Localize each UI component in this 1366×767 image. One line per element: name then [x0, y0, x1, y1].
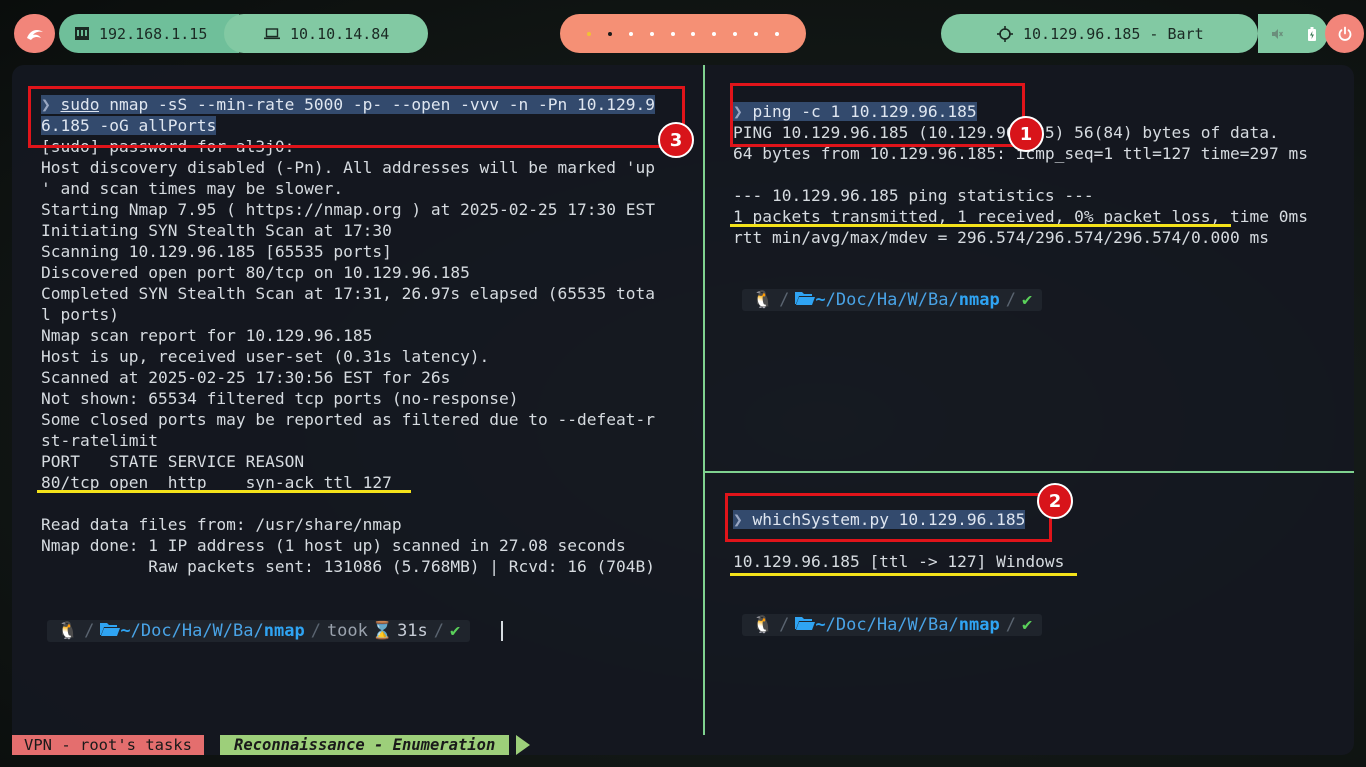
nmap-output-line: Completed SYN Stealth Scan at 17:31, 26.…	[41, 284, 655, 303]
highlight-underline-ping	[730, 224, 1231, 227]
prompt-tilde: ~	[120, 621, 131, 641]
terminal-window[interactable]: ❯ sudo nmap -sS --min-rate 5000 -p- --op…	[12, 65, 1354, 755]
workspace-dot-3[interactable]	[628, 31, 633, 36]
local-ip-indicator: 192.168.1.15	[59, 14, 239, 53]
prompt-path: /Doc/Ha/W/Ba/	[130, 621, 264, 641]
workspace-dot-4[interactable]	[649, 31, 654, 36]
workspace-dot-10[interactable]	[775, 31, 780, 36]
power-button[interactable]	[1325, 14, 1364, 53]
target-indicator: 10.129.96.185 - Bart	[941, 14, 1258, 53]
workspace-dot-6[interactable]	[691, 31, 696, 36]
nmap-output-line: Host discovery disabled (-Pn). All addre…	[41, 158, 655, 177]
annotation-badge-1: 1	[1008, 116, 1044, 152]
prompt-cwd: nmap	[263, 621, 305, 641]
vpn-ip-indicator: 10.10.14.84	[224, 14, 428, 53]
nmap-output-line: Read data files from: /usr/share/nmap	[41, 515, 402, 534]
nmap-output-line: Host is up, received user-set (0.31s lat…	[41, 347, 490, 366]
prompt-took-label: took	[326, 621, 368, 641]
left-prompt: 🐧 / ~/Doc/Ha/W/Ba/nmap / took ⌛ 31s / ✔	[47, 620, 471, 642]
nmap-output-line: st-ratelimit	[41, 431, 158, 450]
prompt-tilde: ~	[815, 290, 826, 310]
prompt-ok-icon: ✔	[1021, 615, 1033, 635]
right-top-prompt: 🐧 / ~/Doc/Ha/W/Ba/nmap / ✔	[742, 289, 1043, 311]
launcher-button[interactable]	[14, 14, 55, 53]
prompt-separator: /	[1005, 615, 1016, 635]
hourglass-icon: ⌛	[371, 621, 394, 641]
nmap-output: [sudo] password for al3j0: Host discovery…	[41, 136, 655, 577]
nmap-output-line: Not shown: 65534 filtered tcp ports (no-…	[41, 389, 519, 408]
linux-tux-icon: 🐧	[57, 621, 79, 641]
ping-output-line	[733, 164, 1308, 185]
annotation-box-whichsystem	[725, 493, 1052, 542]
vpn-ip-text: 10.10.14.84	[290, 24, 390, 43]
prompt-separator: /	[779, 290, 790, 310]
prompt-ok-icon: ✔	[1021, 290, 1033, 310]
nmap-output-line: Nmap scan report for 10.129.96.185	[41, 326, 373, 345]
crosshair-icon	[997, 25, 1013, 42]
nmap-output-line	[41, 493, 655, 514]
ping-output-line: rtt min/avg/max/mdev = 296.574/296.574/2…	[733, 228, 1270, 247]
prompt-path: /Doc/Ha/W/Ba/	[825, 615, 959, 635]
nmap-output-line: Raw packets sent: 131086 (5.768MB) | Rcv…	[41, 557, 655, 576]
prompt-cwd: nmap	[958, 615, 1000, 635]
annotation-box-nmap	[28, 86, 685, 148]
prompt-ok-icon: ✔	[450, 621, 461, 641]
vertical-pane-divider[interactable]	[703, 65, 705, 735]
folder-open-icon	[795, 290, 816, 310]
network-icon	[75, 27, 89, 40]
prompt-separator: /	[310, 621, 321, 641]
right-bottom-prompt: 🐧 / ~/Doc/Ha/W/Ba/nmap / ✔	[742, 614, 1043, 636]
target-text: 10.129.96.185 - Bart	[1023, 24, 1204, 43]
tmux-session-label[interactable]: VPN - root's tasks	[12, 735, 204, 755]
highlight-underline-port	[37, 490, 411, 493]
prompt-separator: /	[433, 621, 445, 641]
highlight-underline-windows	[730, 573, 1077, 576]
prompt-separator: /	[84, 621, 95, 641]
workspace-dot-2[interactable]	[607, 31, 612, 36]
workspace-dot-1[interactable]	[586, 31, 591, 36]
text-cursor	[501, 621, 503, 641]
workspace-dot-7[interactable]	[712, 31, 717, 36]
horizontal-pane-divider[interactable]	[705, 471, 1354, 473]
prompt-path: /Doc/Ha/W/Ba/	[825, 290, 959, 310]
kali-dragon-icon	[26, 29, 43, 40]
nmap-output-line: Discovered open port 80/tcp on 10.129.96…	[41, 263, 470, 282]
laptop-icon	[264, 27, 280, 39]
prompt-separator: /	[779, 615, 790, 635]
nmap-output-line: Starting Nmap 7.95 ( https://nmap.org ) …	[41, 200, 655, 219]
workspace-switcher[interactable]	[560, 14, 806, 53]
ping-output-line: --- 10.129.96.185 ping statistics ---	[733, 186, 1094, 205]
local-ip-text: 192.168.1.15	[99, 24, 208, 43]
battery-charging-icon	[1307, 26, 1316, 41]
annotation-box-ping	[730, 83, 1025, 147]
nmap-output-line: Scanned at 2025-02-25 17:30:56 EST for 2…	[41, 368, 451, 387]
system-tray	[1258, 14, 1328, 53]
nmap-output-line: PORT STATE SERVICE REASON	[41, 452, 305, 471]
nmap-output-line: Scanning 10.129.96.185 [65535 ports]	[41, 242, 392, 261]
linux-tux-icon: 🐧	[752, 290, 774, 310]
prompt-took-value: 31s	[397, 621, 428, 641]
tmux-window-label[interactable]: Reconnaissance - Enumeration	[220, 735, 510, 755]
volume-muted-icon[interactable]	[1271, 28, 1283, 40]
folder-open-icon	[795, 615, 816, 635]
workspace-dot-8[interactable]	[733, 31, 738, 36]
nmap-output-line: l ports)	[41, 305, 119, 324]
prompt-separator: /	[1005, 290, 1016, 310]
folder-open-icon	[100, 621, 121, 641]
power-icon	[1338, 26, 1351, 41]
workspace-dot-5[interactable]	[670, 31, 675, 36]
whichsystem-result: 10.129.96.185 [ttl -> 127] Windows	[733, 552, 1065, 571]
prompt-tilde: ~	[815, 615, 826, 635]
annotation-badge-2: 2	[1037, 483, 1073, 519]
statusbar-arrow-decoration	[516, 735, 530, 755]
nmap-output-line: Initiating SYN Stealth Scan at 17:30	[41, 221, 392, 240]
workspace-dot-9[interactable]	[754, 31, 759, 36]
prompt-cwd: nmap	[958, 290, 1000, 310]
nmap-output-line: Nmap done: 1 IP address (1 host up) scan…	[41, 536, 626, 555]
nmap-output-line: ' and scan times may be slower.	[41, 179, 344, 198]
linux-tux-icon: 🐧	[752, 615, 774, 635]
nmap-output-line: Some closed ports may be reported as fil…	[41, 410, 655, 429]
annotation-badge-3: 3	[658, 122, 694, 158]
